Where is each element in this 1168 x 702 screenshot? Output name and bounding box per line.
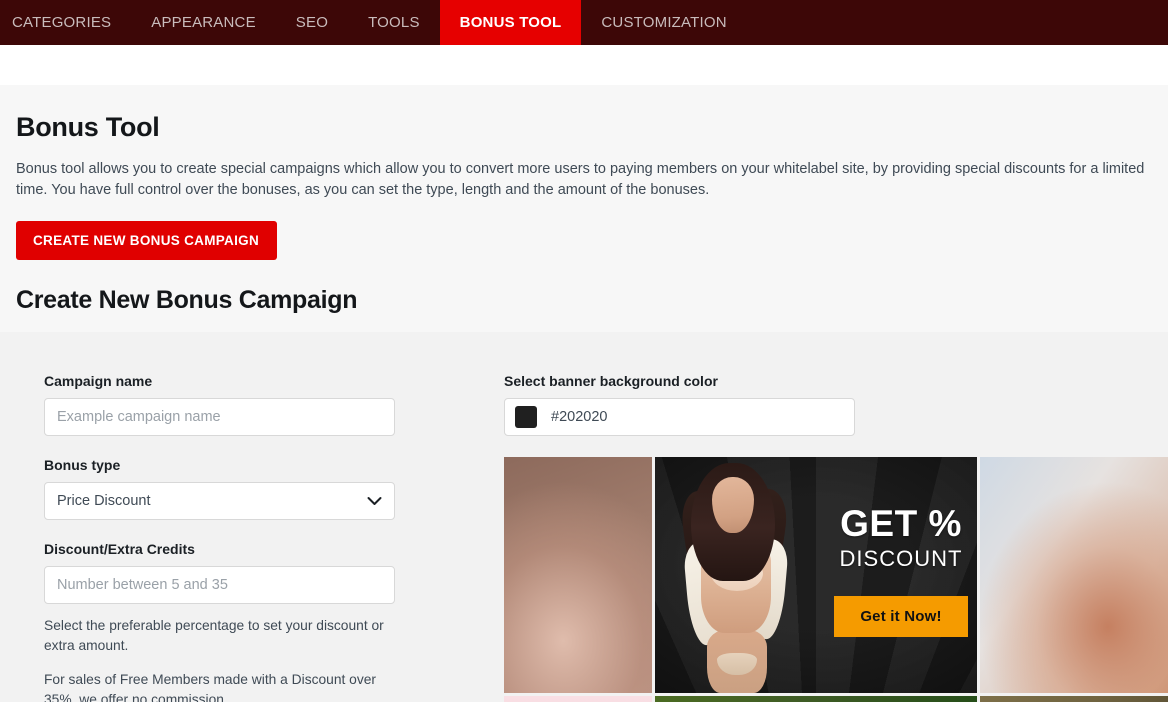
panel-inner: Bonus Tool Bonus tool allows you to crea… [0,85,1168,315]
field-discount-credits: Discount/Extra Credits Select the prefer… [44,541,487,702]
nav-label: TOOLS [368,14,420,31]
nav-item-categories[interactable]: CATEGORIES [0,0,131,45]
banner-subheadline: DISCOUNT [839,546,963,572]
field-campaign-name: Campaign name [44,373,487,437]
nav-label: CATEGORIES [12,14,112,31]
nav-label: SEO [295,14,329,31]
banner-preview-grid: GET % DISCOUNT Get it Now! [504,457,1168,702]
banner-preview[interactable]: GET % DISCOUNT Get it Now! [655,457,977,694]
field-banner-color: Select banner background color #202020 [504,373,1168,437]
banner-color-picker[interactable]: #202020 [504,398,855,437]
banner-thumbnail-bottom-left[interactable] [504,696,652,702]
nav-spacer [0,45,1168,85]
discount-help-text-1: Select the preferable percentage to set … [44,618,384,654]
create-new-bonus-campaign-button[interactable]: CREATE NEW BONUS CAMPAIGN [16,221,277,261]
campaign-name-label: Campaign name [44,373,153,390]
banner-headline: GET % [840,503,962,545]
banner-thumbnail-bottom-center[interactable] [655,696,977,702]
color-swatch-icon [515,406,537,429]
bonus-type-selected-value: Price Discount [57,493,151,510]
nav-item-tools[interactable]: TOOLS [348,0,440,45]
bonus-type-select-wrapper: Price Discount [44,482,395,521]
banner-color-value: #202020 [551,409,608,426]
discount-input[interactable] [44,566,395,605]
banner-thumbnail-bottom-right[interactable] [980,696,1168,702]
banner-cta-button[interactable]: Get it Now! [834,595,968,637]
discount-help-text-2: For sales of Free Members made with a Di… [44,672,377,702]
discount-label: Discount/Extra Credits [44,541,195,558]
create-campaign-form: Campaign name Bonus type Price Discount [0,332,1168,702]
main-navigation: CATEGORIES APPEARANCE SEO TOOLS BONUS TO… [0,0,1168,45]
nav-item-seo[interactable]: SEO [276,0,348,45]
banner-color-label: Select banner background color [504,373,718,390]
page-content-panel: Bonus Tool Bonus tool allows you to crea… [0,85,1168,702]
banner-model-image [663,457,815,694]
nav-label: APPEARANCE [151,14,256,31]
nav-item-appearance[interactable]: APPEARANCE [131,0,276,45]
page-description: Bonus tool allows you to create special … [16,161,1145,199]
field-bonus-type: Bonus type Price Discount [44,457,487,521]
form-column-right: Select banner background color #202020 G… [487,360,1168,702]
section-title-create-campaign: Create New Bonus Campaign [16,286,358,315]
banner-thumbnail-right[interactable] [980,457,1168,694]
form-column-left: Campaign name Bonus type Price Discount [0,360,487,702]
nav-item-bonus-tool[interactable]: BONUS TOOL [439,0,582,45]
nav-label: CUSTOMIZATION [601,14,727,31]
nav-label: BONUS TOOL [459,14,562,31]
banner-text-content: GET % DISCOUNT Get it Now! [825,457,977,693]
bonus-type-select[interactable]: Price Discount [44,482,395,521]
banner-thumbnail-left[interactable] [504,457,652,694]
bonus-type-label: Bonus type [44,457,121,474]
page-title: Bonus Tool [16,112,160,142]
nav-item-customization[interactable]: CUSTOMIZATION [581,0,746,45]
campaign-name-input[interactable] [44,398,395,437]
